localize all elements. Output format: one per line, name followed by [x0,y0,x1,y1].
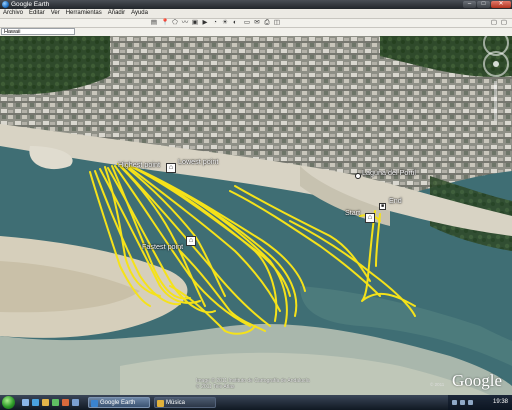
windows-explorer-icon[interactable] [42,399,49,406]
media-player-icon[interactable] [52,399,59,406]
volume-icon[interactable] [460,400,465,405]
highest-point-label: Highest point [118,160,160,169]
media-icon[interactable] [62,399,69,406]
toolbar: ▤ 📍 ⬠ 〰 ▣ ▶ ◔ ☀ ◐ ▭ ✉ ⎙ ◫ ▢ ▢ [0,19,512,28]
network-icon[interactable] [452,400,457,405]
map-view[interactable]: Highest point ⌂ Lowest point ⌂ Fastest p… [0,36,512,395]
minimize-button[interactable]: – [463,1,476,8]
menu-archivo[interactable]: Archivo [0,9,26,18]
fastest-point-marker-icon[interactable]: ⌂ [186,236,196,246]
end-label: End [389,196,402,205]
end-marker-icon[interactable]: ■ [379,203,386,210]
menu-herramientas[interactable]: Herramientas [63,9,105,18]
start-label: Start [345,208,361,217]
sidebar-toggle-icon[interactable]: ▤ [150,19,158,27]
security-icon[interactable] [468,400,473,405]
imagery-attribution: Image © 2011 Instituto de Cartografía de… [196,378,310,390]
taskbar-item-label: Música [166,400,186,406]
email-icon[interactable]: ✉ [253,19,261,27]
menu-anadir[interactable]: Añadir [105,9,128,18]
clock[interactable]: 19:38 [493,395,508,410]
google-logo: Google [452,371,503,390]
google-maps-icon[interactable]: ◫ [273,19,281,27]
help-icon[interactable]: ▢ [500,19,508,27]
menu-ayuda[interactable]: Ayuda [128,9,151,18]
add-path-icon[interactable]: 〰 [181,19,189,27]
sign-in-icon[interactable]: ▢ [490,19,498,27]
taskbar-item-google-earth[interactable]: Google Earth [88,397,150,408]
satellite-imagery [0,36,512,395]
window-title: Google Earth [11,1,50,8]
taskbar-item-label: Google Earth [100,400,136,406]
show-desktop-icon[interactable] [22,399,29,406]
zoom-slider[interactable] [494,81,497,121]
title-bar: Google Earth – □ ✕ [0,0,512,9]
add-placemark-icon[interactable]: 📍 [161,19,169,27]
switch-windows-icon[interactable] [72,399,79,406]
record-tour-icon[interactable]: ▶ [201,19,209,27]
menu-ver[interactable]: Ver [48,9,63,18]
taskbar-item-musica[interactable]: Música [154,397,216,408]
history-clock-icon[interactable]: ◔ [211,19,219,27]
search-input[interactable]: Hawaii [1,28,75,35]
start-button[interactable] [2,396,15,409]
google-earth-icon [91,400,98,407]
add-polygon-icon[interactable]: ⬠ [171,19,179,27]
place-label-laguna-del-portil: Laguna del Portil [362,168,416,177]
lowest-point-label: Lowest point [178,157,219,166]
system-tray: 19:38 [448,395,512,410]
laguna-del-portil-marker-icon[interactable] [355,173,361,179]
menu-bar: Archivo Editar Ver Herramientas Añadir A… [0,9,512,19]
menu-editar[interactable]: Editar [26,9,48,18]
fastest-point-label: Fastest point [142,242,184,251]
maximize-button[interactable]: □ [477,1,490,8]
window-controls: – □ ✕ [463,1,511,8]
switch-planet-icon[interactable]: ◐ [231,19,239,27]
folder-icon [157,400,164,407]
google-earth-app-icon [2,1,9,8]
ruler-icon[interactable]: ▭ [243,19,251,27]
highest-point-marker-icon[interactable]: ⌂ [166,163,176,173]
close-button[interactable]: ✕ [491,1,511,8]
taskbar: Google Earth Música 19:38 [0,395,512,410]
internet-explorer-icon[interactable] [32,399,39,406]
sunlight-icon[interactable]: ☀ [221,19,229,27]
start-marker-icon[interactable]: ⌂ [365,213,375,223]
search-bar: Hawaii [0,28,512,36]
image-overlay-icon[interactable]: ▣ [191,19,199,27]
print-icon[interactable]: ⎙ [263,19,271,27]
status-copyright: © 2011 [430,382,445,387]
move-handle-icon[interactable] [493,61,499,67]
